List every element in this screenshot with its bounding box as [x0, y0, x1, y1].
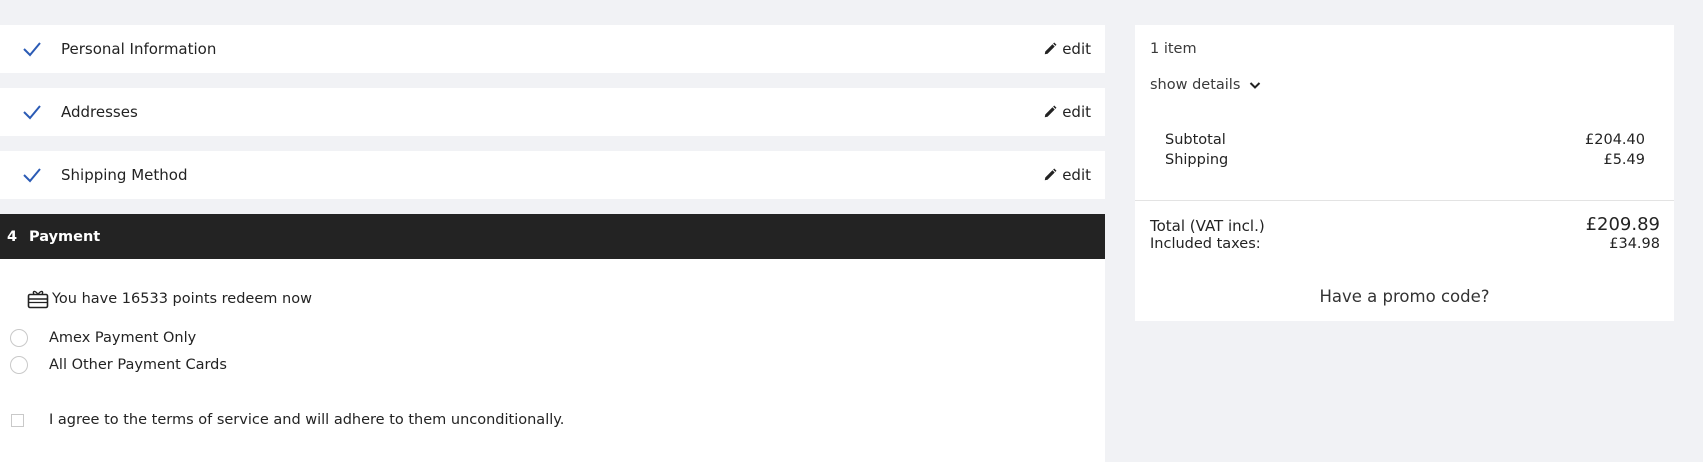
step-personal-information: Personal Information edit — [0, 25, 1105, 73]
terms-label: I agree to the terms of service and will… — [49, 412, 565, 428]
edit-addresses-button[interactable]: edit — [1043, 103, 1091, 121]
points-text: You have 16533 points redeem now — [52, 291, 312, 307]
total-value: £209.89 — [1585, 214, 1660, 235]
step-addresses: Addresses edit — [0, 88, 1105, 136]
pencil-icon — [1044, 42, 1057, 55]
order-summary: 1 item show details Subtotal £204.40 Shi… — [1135, 25, 1674, 321]
payment-option-other-cards[interactable]: All Other Payment Cards — [10, 356, 227, 374]
shipping-value: £5.49 — [1603, 152, 1645, 168]
payment-option-label: Amex Payment Only — [49, 330, 197, 346]
check-icon — [23, 42, 41, 57]
included-taxes-value: £34.98 — [1609, 236, 1660, 252]
step-title: Shipping Method — [61, 166, 188, 184]
promo-code-link[interactable]: Have a promo code? — [1135, 287, 1674, 306]
edit-label: edit — [1062, 103, 1091, 121]
edit-label: edit — [1062, 166, 1091, 184]
item-count: 1 item — [1150, 41, 1197, 57]
payment-step-body: You have 16533 points redeem now Amex Pa… — [0, 259, 1105, 462]
edit-personal-information-button[interactable]: edit — [1043, 40, 1091, 58]
chevron-down-icon — [1250, 82, 1261, 89]
checkout-steps: Personal Information edit Addresses edit… — [0, 0, 1105, 462]
edit-label: edit — [1062, 40, 1091, 58]
terms-checkbox[interactable] — [11, 413, 24, 427]
payment-step-header: 4 Payment — [0, 214, 1105, 259]
step-shipping-method: Shipping Method edit — [0, 151, 1105, 199]
shipping-label: Shipping — [1165, 152, 1229, 168]
step-number: 4 — [7, 228, 18, 245]
pencil-icon — [1044, 105, 1057, 118]
summary-divider — [1135, 200, 1674, 201]
subtotal-value: £204.40 — [1585, 132, 1645, 148]
gift-card-icon — [27, 290, 49, 309]
payment-option-amex[interactable]: Amex Payment Only — [10, 329, 196, 347]
check-icon — [23, 105, 41, 120]
show-details-label: show details — [1150, 77, 1241, 93]
pencil-icon — [1044, 168, 1057, 181]
radio-button[interactable] — [10, 329, 28, 347]
step-title: Payment — [29, 228, 101, 245]
step-title: Personal Information — [61, 40, 217, 58]
subtotal-label: Subtotal — [1165, 132, 1226, 148]
total-label: Total (VAT incl.) — [1150, 217, 1265, 235]
points-redeem-link[interactable]: You have 16533 points redeem now — [27, 289, 312, 309]
show-details-toggle[interactable]: show details — [1150, 77, 1262, 93]
radio-button[interactable] — [10, 356, 28, 374]
payment-option-label: All Other Payment Cards — [49, 357, 227, 373]
check-icon — [23, 168, 41, 183]
step-title: Addresses — [61, 103, 138, 121]
terms-agreement: I agree to the terms of service and will… — [11, 412, 564, 428]
included-taxes-label: Included taxes: — [1150, 236, 1261, 252]
edit-shipping-method-button[interactable]: edit — [1043, 166, 1091, 184]
